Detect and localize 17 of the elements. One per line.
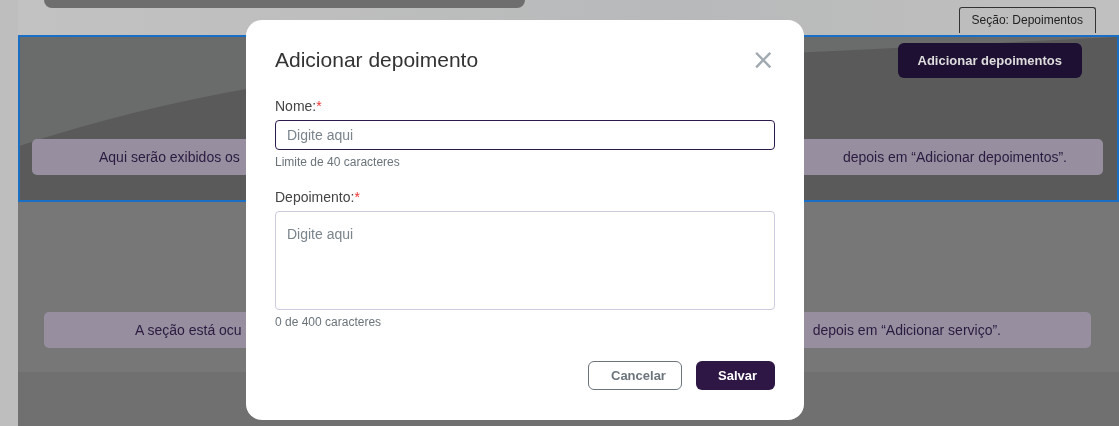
save-button[interactable]: Salvar — [696, 361, 775, 390]
field-label: Nome: — [275, 98, 317, 114]
notice-text: Aqui serão exibidos os — [99, 149, 240, 165]
name-input[interactable]: Digite aqui — [275, 120, 775, 150]
section-tag: Seção: Depoimentos — [958, 7, 1096, 33]
add-testimonials-button[interactable]: Adicionar depoimentos — [897, 43, 1082, 78]
notice-text: depois em “Adicionar serviço”. — [812, 322, 1001, 338]
testimonial-textarea[interactable]: Digite aqui — [275, 211, 775, 310]
cancel-button[interactable]: Cancelar — [588, 361, 682, 390]
required-mark: * — [354, 189, 360, 205]
notice-text: A seção está ocu — [135, 322, 242, 338]
field-hint: 0 de 400 caracteres — [275, 315, 383, 329]
notice-text: depois em “Adicionar depoimentos”. — [842, 149, 1067, 165]
field-hint: Limite de 40 caracteres — [275, 155, 401, 169]
dialog-title: Adicionar depoimento — [275, 48, 479, 72]
required-mark: * — [316, 98, 322, 114]
field-label: Depoimento: — [275, 189, 355, 205]
